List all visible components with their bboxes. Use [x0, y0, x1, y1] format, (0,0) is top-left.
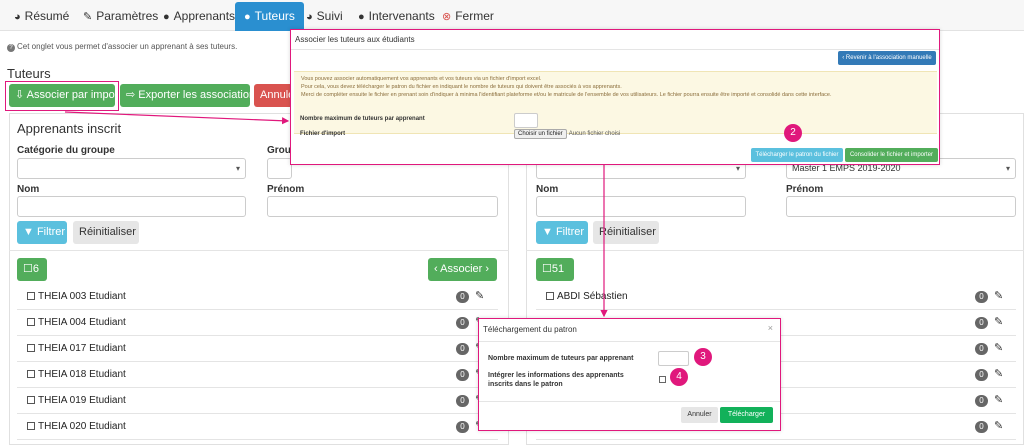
download-modal: Téléchargement du patron × Nombre maximu…	[478, 318, 781, 431]
divider	[291, 49, 939, 50]
import-file-label: Fichier d'import	[300, 131, 346, 137]
close-icon[interactable]: ×	[768, 323, 773, 333]
divider	[479, 401, 780, 402]
template-max-tutors-label: Nombre maximum de tuteurs par apprenant	[488, 355, 634, 362]
max-tutors-label: Nombre maximum de tuteurs par apprenant	[300, 116, 425, 122]
file-picker[interactable]: Choisir un fichier Aucun fichier choisi	[514, 129, 620, 139]
choose-file-button[interactable]: Choisir un fichier	[514, 129, 567, 139]
import-modal-title: Associer les tuteurs aux étudiants	[295, 35, 415, 44]
chevron-left-icon: ‹	[842, 55, 845, 61]
download-template-button[interactable]: Télécharger le patron du fichier	[751, 148, 843, 162]
template-max-tutors-input[interactable]	[658, 351, 689, 366]
step-badge-2: 2	[784, 124, 802, 142]
max-tutors-input[interactable]	[514, 113, 538, 128]
back-to-manual-button[interactable]: ‹ Revenir à l'association manuelle	[838, 51, 936, 65]
file-status: Aucun fichier choisi	[568, 131, 621, 137]
step-badge-4: 4	[670, 368, 688, 386]
import-modal: Associer les tuteurs aux étudiants ‹ Rev…	[290, 29, 940, 165]
arrow-to-import-modal	[64, 111, 290, 125]
consolidate-import-button[interactable]: Consolider le fichier et importer	[845, 148, 938, 162]
include-learners-label-1: Intégrer les informations des apprenants	[488, 372, 624, 379]
confirm-download-button[interactable]: Télécharger	[720, 407, 773, 423]
step-badge-3: 3	[694, 348, 712, 366]
include-learners-label-2: inscrits dans le patron	[488, 381, 563, 388]
include-learners-checkbox[interactable]	[659, 376, 666, 383]
download-modal-title: Téléchargement du patron	[483, 325, 577, 334]
import-info-alert: Vous pouvez associer automatiquement vos…	[294, 71, 937, 134]
divider	[479, 341, 780, 342]
cancel-download-button[interactable]: Annuler	[681, 407, 718, 423]
